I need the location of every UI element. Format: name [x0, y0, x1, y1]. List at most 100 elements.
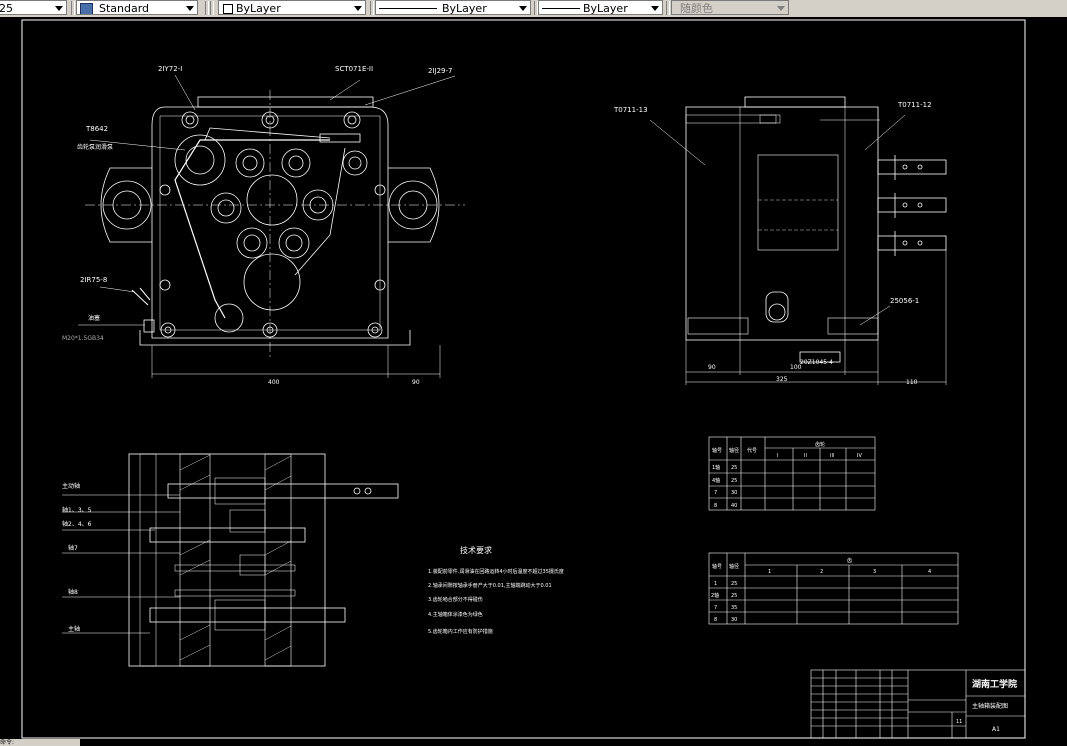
label-oil-plug: 油塞	[88, 314, 100, 322]
table2-subheader: 4	[928, 569, 931, 575]
dim-100: 100	[790, 364, 802, 371]
dim-90-side: 90	[708, 364, 716, 371]
toolbar-separator	[210, 1, 214, 15]
table2-header: 齿	[847, 558, 852, 564]
chevron-down-icon	[777, 6, 785, 11]
dim-110: 110	[906, 379, 918, 386]
table2-header: 轴号	[712, 563, 722, 570]
label-20z1045: 20Z1045-4	[800, 359, 833, 366]
tech-req-line: 1.装配前零件.润滑油在回路运转4小时后温度不超过35摄氏度	[428, 568, 564, 575]
table1-header: 轴号	[712, 447, 722, 454]
lineweight-value: ByLayer	[583, 2, 628, 15]
linetype-preview-line	[379, 8, 437, 9]
plotstyle-combo[interactable]: 随颜色	[671, 0, 789, 15]
label-shaft-135: 轴1、3、5	[62, 506, 92, 514]
tech-req-line: 2.轴承间隙按轴承手册产大于0.01,主轴端跳动大于0.01	[428, 582, 552, 589]
properties-toolbar: 25 Standard ByLayer ByLayer ByLayer 随颜色	[0, 0, 1067, 18]
label-gear-pump: 齿轮泵润滑泵	[77, 143, 113, 151]
textstyle-icon	[80, 3, 93, 14]
toolbar-separator	[370, 1, 374, 15]
toolbar-separator	[71, 1, 75, 15]
table1-cell: 30	[731, 490, 737, 496]
drawing-canvas[interactable]: 2IY72-I SCT071E-II 2IJ29-7 T8642 齿轮泵润滑泵 …	[0, 17, 1067, 746]
linetype-value: ByLayer	[442, 2, 487, 15]
chevron-down-icon[interactable]	[55, 6, 63, 11]
table1-cell: 7	[714, 490, 717, 496]
technical-requirements: 技术要求 1.装配前零件.润滑油在回路运转4小时后温度不超过35摄氏度 2.轴承…	[428, 545, 564, 635]
toolbar-separator	[205, 1, 209, 15]
command-prompt: 命令:	[0, 739, 15, 746]
table1-header: 代号	[747, 447, 757, 454]
table1-cell: 40	[731, 503, 737, 509]
chevron-down-icon[interactable]	[651, 6, 659, 11]
table2-cell: 2轴	[711, 592, 719, 599]
school-name: 湖南工学院	[972, 678, 1017, 690]
dim-90-front: 90	[412, 379, 420, 386]
chevron-down-icon[interactable]	[519, 6, 527, 11]
command-line[interactable]: 命令:	[0, 739, 80, 746]
drawing-svg: 2IY72-I SCT071E-II 2IJ29-7 T8642 齿轮泵润滑泵 …	[21, 19, 1026, 739]
table1-subheader: I	[777, 453, 778, 459]
table2-cell: 8	[714, 617, 717, 623]
table2-cell: 25	[731, 593, 737, 599]
layer-combo[interactable]: 25	[0, 0, 67, 15]
tech-req-title: 技术要求	[460, 545, 492, 555]
table1-subheader: III	[830, 453, 834, 459]
chevron-down-icon[interactable]	[354, 6, 362, 11]
table1-cell: 25	[731, 478, 737, 484]
side-view	[649, 96, 947, 385]
table1-header: 齿轮	[815, 441, 825, 448]
chevron-down-icon[interactable]	[186, 6, 194, 11]
paper-size: A1	[992, 726, 1000, 733]
label-25056: 25056-1	[890, 297, 919, 305]
drawing-name: 主轴箱装配图	[972, 702, 1008, 710]
front-view	[78, 74, 465, 378]
title-block-text: 湖南工学院 主轴箱装配图 A1 11	[956, 678, 1017, 733]
table1-subheader: II	[804, 453, 807, 459]
label-t8642: T8642	[85, 125, 108, 133]
label-spindle: 主轴	[68, 625, 80, 633]
lineweight-combo[interactable]: ByLayer	[538, 0, 663, 15]
table2-header: 轴径	[729, 563, 739, 570]
label-shaft-246: 轴2、4、6	[62, 520, 92, 528]
tech-req-line: 4.主轴箱体涂漆色为绿色	[428, 611, 483, 618]
gear-table-2-text: 轴号 轴径 齿 1 2 3 4 1 25 2轴 25 7 35 8 30	[711, 558, 931, 623]
table1-cell: 8	[714, 503, 717, 509]
table1-subheader: IV	[857, 453, 862, 459]
lineweight-preview-line	[542, 8, 580, 9]
table2-cell: 25	[731, 581, 737, 587]
label-t0711-13: T0711-13	[613, 106, 648, 114]
label-sct071e: SCT071E-II	[335, 65, 373, 73]
label-oil-plug-spec: M20*1.5GB34	[62, 335, 104, 342]
table1-cell: 4轴	[712, 477, 720, 484]
label-2ir75: 2IR75-8	[80, 276, 107, 284]
table2-subheader: 3	[873, 569, 876, 575]
dim-325: 325	[776, 376, 788, 383]
label-shaft-7: 轴7	[68, 544, 78, 552]
table2-cell: 1	[714, 581, 717, 587]
tech-req-line: 3.齿轮啮合部分不得碰伤	[428, 596, 483, 603]
side-view-labels: T0711-13 T0711-12 25056-1 20Z1045-4 90 1…	[613, 101, 932, 386]
tech-req-line: 5.齿轮箱内工作应有防护措施	[428, 628, 493, 635]
label-2iy72: 2IY72-I	[158, 65, 182, 73]
table2-cell: 30	[731, 617, 737, 623]
gear-table-1-text: 轴号 轴径 代号 齿轮 I II III IV 1轴 25 4轴 25 7 30…	[712, 441, 862, 509]
section-view	[62, 453, 399, 667]
table2-subheader: 2	[820, 569, 823, 575]
plotstyle-value: 随颜色	[680, 2, 713, 15]
textstyle-combo[interactable]: Standard	[76, 0, 198, 15]
drawing-frame	[21, 19, 1026, 739]
table2-subheader: 1	[768, 569, 771, 575]
gear-table-2	[708, 552, 959, 625]
textstyle-value: Standard	[99, 2, 150, 15]
color-combo[interactable]: ByLayer	[218, 0, 366, 15]
table2-cell: 7	[714, 605, 717, 611]
section-view-labels: 主动轴 轴1、3、5 轴2、4、6 轴7 轴8 主轴	[62, 482, 92, 633]
toolbar-separator	[666, 1, 670, 15]
linetype-combo[interactable]: ByLayer	[375, 0, 531, 15]
table1-cell: 25	[731, 465, 737, 471]
label-shaft-8: 轴8	[68, 588, 78, 596]
sheet-number: 11	[956, 719, 962, 725]
table1-cell: 1轴	[712, 464, 720, 471]
color-swatch-icon	[223, 4, 233, 14]
